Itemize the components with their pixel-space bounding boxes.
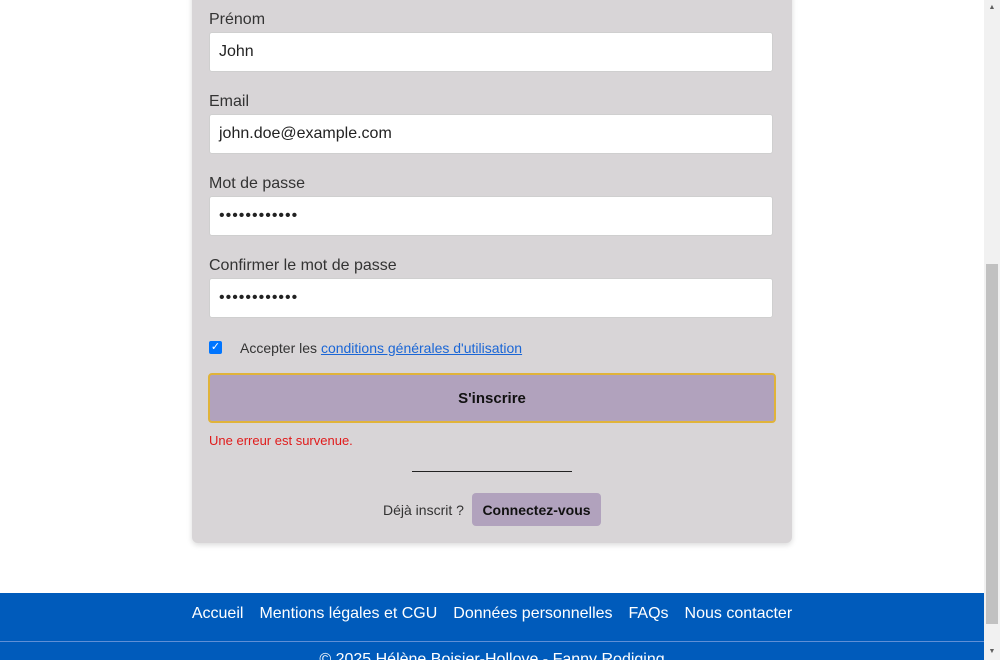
password-label: Mot de passe bbox=[209, 175, 306, 192]
scrollbar-thumb[interactable] bbox=[986, 264, 998, 624]
signup-button[interactable]: S'inscrire bbox=[208, 373, 776, 423]
error-message: Une erreur est survenue. bbox=[209, 433, 353, 448]
footer-link-home[interactable]: Accueil bbox=[192, 605, 244, 623]
login-button[interactable]: Connectez-vous bbox=[472, 493, 601, 526]
check-icon: ✓ bbox=[210, 341, 221, 353]
footer-link-legal[interactable]: Mentions légales et CGU bbox=[259, 605, 437, 623]
divider bbox=[412, 471, 572, 472]
copyright-text: © 2025 Hélène Boisier-Hollove - Fanny Ro… bbox=[319, 651, 665, 668]
first-name-field[interactable]: John bbox=[209, 32, 773, 72]
confirm-password-label: Confirmer le mot de passe bbox=[209, 257, 397, 274]
email-field[interactable]: john.doe@example.com bbox=[209, 114, 773, 154]
footer-link-faqs[interactable]: FAQs bbox=[629, 605, 669, 623]
email-label: Email bbox=[209, 93, 250, 110]
terms-link[interactable]: conditions générales d'utilisation bbox=[321, 340, 522, 356]
confirm-password-field[interactable]: •••••••••••• bbox=[209, 278, 773, 318]
footer-link-contact[interactable]: Nous contacter bbox=[685, 605, 793, 623]
already-registered-text: Déjà inscrit ? bbox=[383, 502, 464, 518]
first-name-label: Prénom bbox=[209, 11, 266, 28]
password-field[interactable]: •••••••••••• bbox=[209, 196, 773, 236]
scroll-up-icon[interactable]: ▲ bbox=[984, 2, 1000, 14]
accept-prefix: Accepter les bbox=[240, 340, 318, 356]
accept-terms-text: Accepter les conditions générales d'util… bbox=[240, 340, 522, 356]
accept-terms-checkbox[interactable]: ✓ bbox=[209, 341, 222, 354]
footer-divider bbox=[0, 641, 984, 642]
scroll-down-icon[interactable]: ▼ bbox=[984, 646, 1000, 658]
footer-link-privacy[interactable]: Données personnelles bbox=[453, 605, 612, 623]
site-footer: Accueil Mentions légales et CGU Données … bbox=[0, 593, 984, 668]
footer-nav: Accueil Mentions légales et CGU Données … bbox=[0, 605, 984, 623]
